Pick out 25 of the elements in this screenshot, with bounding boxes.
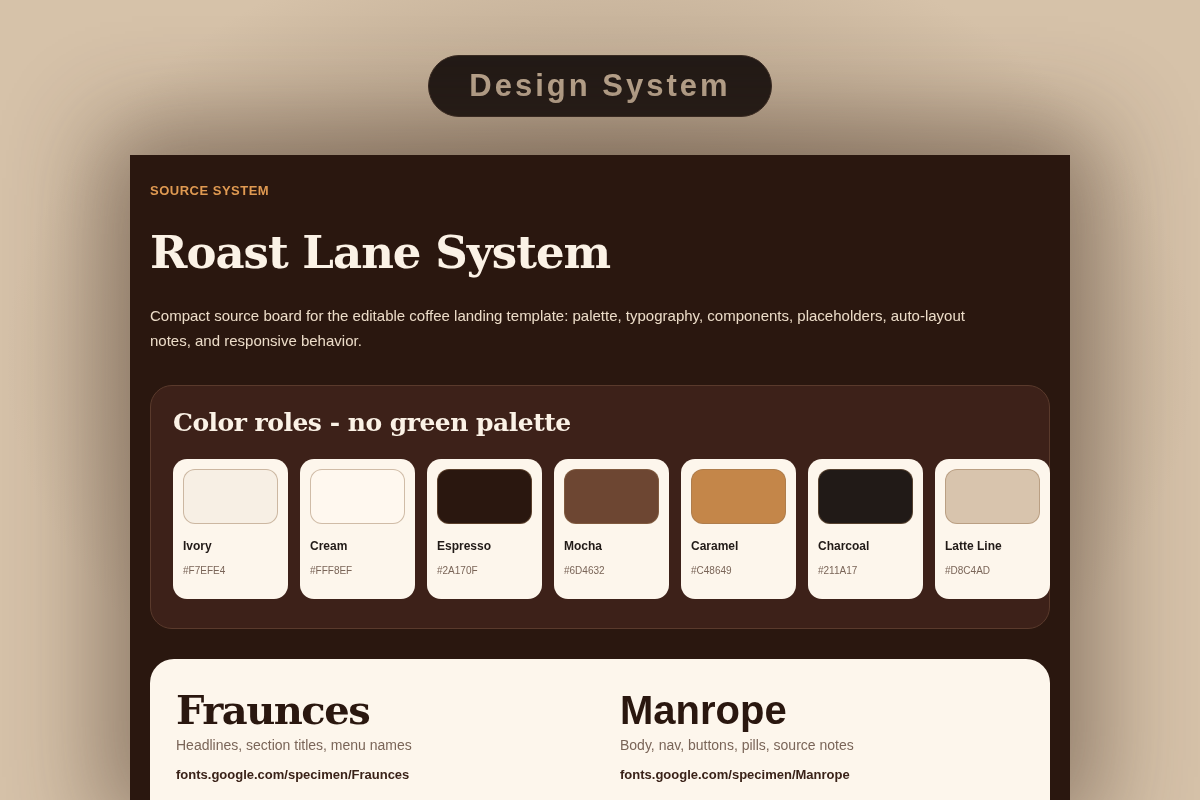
eyebrow-label: SOURCE SYSTEM [150, 183, 271, 198]
board-description: Compact source board for the editable coffee landing template: palette, typography, components, placeholders, auto-layout notes, and responsive behavior. [150, 306, 966, 351]
swatch-hex: #C48649 [691, 565, 733, 576]
font-link[interactable]: fonts.google.com/specimen/Manrope [620, 767, 850, 782]
swatch-name: Cream [310, 539, 349, 553]
palette-title: Color roles - no green palette [173, 408, 572, 437]
swatch-name: Ivory [183, 539, 213, 553]
font-usage: Body, nav, buttons, pills, source notes [620, 737, 855, 753]
board-title: Roast Lane System [150, 226, 612, 279]
swatch-name: Mocha [564, 539, 603, 553]
swatch-name: Caramel [691, 539, 740, 553]
swatch-hex: #2A170F [437, 565, 479, 576]
font-usage: Headlines, section titles, menu names [176, 737, 413, 753]
swatch-name: Charcoal [818, 539, 871, 553]
font-name: Manrope [620, 687, 788, 733]
swatch-hex: #F7EFE4 [183, 565, 227, 576]
swatch-hex: #FFF8EF [310, 565, 354, 576]
design-system-badge: Design System [428, 55, 772, 117]
font-name: Fraunces [176, 687, 371, 733]
swatch-hex: #D8C4AD [945, 565, 992, 576]
swatch-name: Espresso [437, 539, 493, 553]
swatch-name: Latte Line [945, 539, 1003, 553]
swatch-hex: #211A17 [818, 565, 859, 576]
swatch-hex: #6D4632 [564, 565, 606, 576]
font-link[interactable]: fonts.google.com/specimen/Fraunces [176, 767, 410, 782]
